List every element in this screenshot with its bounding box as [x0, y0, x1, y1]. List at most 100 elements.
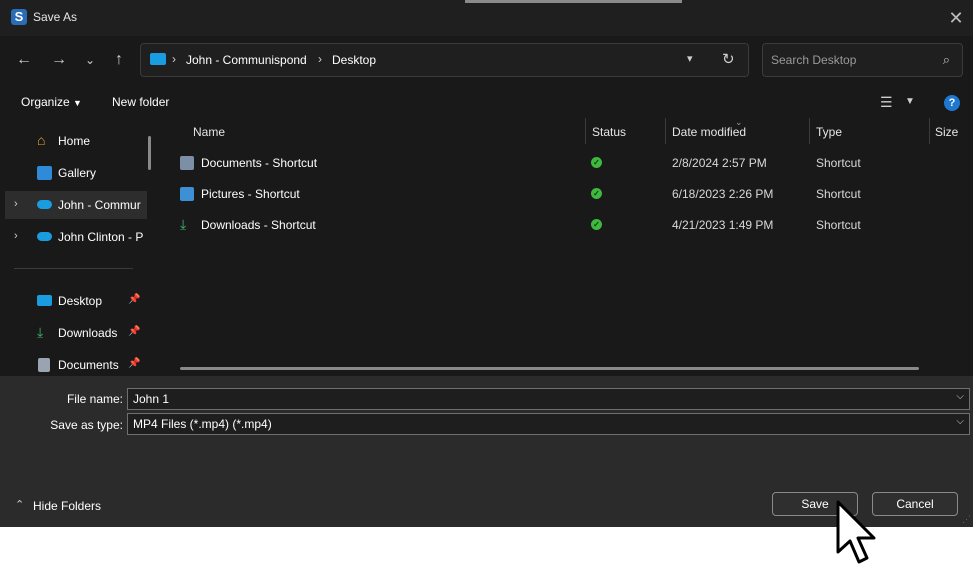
breadcrumb-separator: › [318, 52, 322, 66]
resize-grip-icon[interactable]: ⋰ [962, 514, 971, 525]
file-date: 6/18/2023 2:26 PM [672, 187, 774, 201]
gallery-icon [37, 166, 52, 180]
pictures-shortcut-icon [180, 187, 194, 201]
chevron-down-icon[interactable]: ⌵ [956, 416, 964, 427]
home-icon: ⌂ [37, 132, 46, 148]
column-header-status[interactable]: Status [592, 125, 626, 139]
sidebar-item-label: Downloads [58, 326, 118, 340]
sidebar-item-john-communispond[interactable]: › John - Commur [5, 191, 147, 219]
file-row-documents-shortcut[interactable]: Documents - Shortcut ✓ 2/8/2024 2:57 PM … [173, 149, 953, 177]
window-title: Save As [33, 10, 78, 24]
refresh-icon[interactable]: ↻ [722, 50, 735, 68]
sidebar-item-label: Documents [58, 358, 119, 372]
app-icon: S [11, 9, 27, 25]
column-header-date-modified[interactable]: Date modified [672, 125, 746, 139]
chevron-up-icon[interactable]: ⌃ [15, 498, 24, 511]
chevron-down-icon: ▼ [73, 98, 82, 108]
close-icon[interactable]: ✕ [945, 7, 967, 29]
command-bar: Organize ▼ New folder [0, 89, 973, 117]
title-bar: S Save As ✕ [0, 0, 973, 36]
save-options-panel: File name: John 1 ⌵ Save as type: MP4 Fi… [0, 376, 973, 527]
documents-icon [38, 358, 50, 372]
downloads-shortcut-icon: ⤓ [180, 216, 187, 232]
column-header-name[interactable]: Name [193, 125, 225, 139]
search-input[interactable] [771, 52, 931, 68]
file-name-value[interactable]: John 1 [133, 392, 169, 406]
sidebar-item-home[interactable]: ⌂ Home [0, 127, 150, 155]
save-as-dialog: S Save As ✕ ← → ⌄ ↑ › John - Communispon… [0, 0, 973, 527]
sync-status-icon: ✓ [591, 219, 602, 230]
file-type: Shortcut [816, 218, 861, 232]
sidebar-item-documents[interactable]: Documents 📌 [0, 351, 150, 376]
pin-icon[interactable]: 📌 [128, 326, 140, 337]
column-divider[interactable] [665, 118, 666, 144]
expand-chevron-icon[interactable]: › [14, 198, 18, 210]
sidebar-item-gallery[interactable]: Gallery [0, 159, 150, 187]
onedrive-icon [37, 200, 52, 209]
sidebar-item-label: John - Commur [58, 198, 141, 212]
save-type-value: MP4 Files (*.mp4) (*.mp4) [133, 417, 272, 431]
onedrive-icon [37, 232, 52, 241]
breadcrumb-desktop[interactable]: Desktop [332, 53, 376, 67]
organize-label: Organize [21, 95, 70, 109]
back-arrow-icon[interactable]: ← [11, 48, 37, 72]
file-name: Documents - Shortcut [201, 156, 318, 170]
sidebar-item-label: Gallery [58, 166, 97, 180]
downloads-icon: ⤓ [37, 324, 44, 340]
mouse-cursor-icon [836, 500, 876, 564]
address-bar[interactable]: › John - Communispond › Desktop ▾ ↻ [140, 43, 749, 77]
nav-divider [14, 268, 133, 269]
documents-shortcut-icon [180, 156, 194, 170]
up-arrow-icon[interactable]: ↑ [106, 48, 132, 72]
sync-status-icon: ✓ [591, 157, 602, 168]
file-row-downloads-shortcut[interactable]: ⤓ Downloads - Shortcut ✓ 4/21/2023 1:49 … [173, 211, 953, 239]
column-divider[interactable] [585, 118, 586, 144]
sidebar-item-downloads[interactable]: ⤓ Downloads 📌 [0, 319, 150, 347]
file-type: Shortcut [816, 187, 861, 201]
organize-button[interactable]: Organize ▼ [21, 95, 82, 109]
column-header-size[interactable]: Size [935, 125, 958, 139]
horizontal-scrollbar[interactable] [180, 367, 919, 370]
view-chevron-down-icon[interactable]: ▼ [905, 96, 915, 107]
sync-status-icon: ✓ [591, 188, 602, 199]
sidebar-item-john-clinton[interactable]: › John Clinton - P [0, 223, 150, 251]
chevron-down-icon[interactable]: ⌵ [956, 391, 964, 402]
navigation-pane: ⌂ Home Gallery › John - Commur › John Cl… [0, 122, 162, 376]
sidebar-item-label: Desktop [58, 294, 103, 308]
background-window-strip [465, 0, 682, 3]
recent-locations-chevron-icon[interactable]: ⌄ [77, 48, 103, 72]
save-type-label: Save as type: [50, 418, 123, 432]
breadcrumb-separator: › [172, 52, 176, 66]
file-date: 2/8/2024 2:57 PM [672, 156, 767, 170]
view-options-icon[interactable]: ☰ [880, 94, 898, 110]
breadcrumb-john-communispond[interactable]: John - Communispond [186, 53, 307, 67]
help-icon[interactable]: ? [944, 95, 960, 111]
pin-icon[interactable]: 📌 [128, 358, 140, 369]
file-row-pictures-shortcut[interactable]: Pictures - Shortcut ✓ 6/18/2023 2:26 PM … [173, 180, 953, 208]
file-name: Downloads - Shortcut [201, 218, 316, 232]
sidebar-item-label: Home [58, 134, 91, 148]
column-header-type[interactable]: Type [816, 125, 842, 139]
file-name-label: File name: [66, 392, 123, 406]
expand-chevron-icon[interactable]: › [14, 230, 18, 242]
file-type: Shortcut [816, 156, 861, 170]
address-history-chevron-icon[interactable]: ▾ [687, 52, 693, 65]
hide-folders-button[interactable]: Hide Folders [33, 499, 101, 513]
cancel-button[interactable]: Cancel [872, 492, 958, 516]
pin-icon[interactable]: 📌 [128, 294, 140, 305]
nav-scrollbar[interactable] [148, 136, 151, 170]
file-name: Pictures - Shortcut [201, 187, 300, 201]
file-date: 4/21/2023 1:49 PM [672, 218, 774, 232]
forward-arrow-icon[interactable]: → [46, 48, 72, 72]
sidebar-item-desktop[interactable]: Desktop 📌 [0, 287, 150, 315]
file-name-field[interactable]: John 1 ⌵ [127, 388, 970, 410]
column-divider[interactable] [809, 118, 810, 144]
save-type-select[interactable]: MP4 Files (*.mp4) (*.mp4) ⌵ [127, 413, 970, 435]
search-icon[interactable]: ⌕ [943, 52, 950, 68]
sidebar-item-label: John Clinton - P [58, 230, 144, 244]
file-list: Name Status ⌄ Date modified Type Size Do… [163, 117, 973, 376]
new-folder-button[interactable]: New folder [112, 95, 169, 109]
desktop-location-icon [150, 53, 166, 65]
search-box[interactable]: ⌕ [762, 43, 963, 77]
column-divider[interactable] [929, 118, 930, 144]
